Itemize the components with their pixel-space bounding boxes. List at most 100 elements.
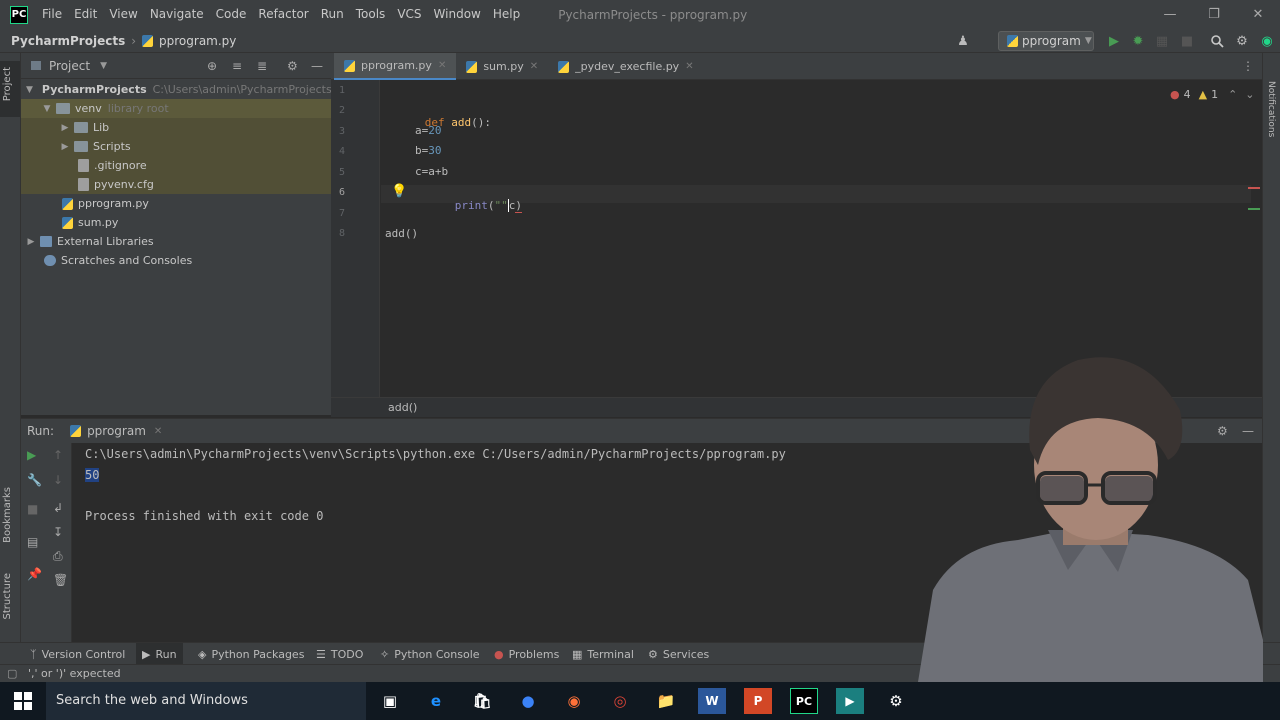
collapsed-arrow-icon: ▶ [27, 236, 35, 247]
error-icon: ● [494, 647, 504, 661]
collapse-all-icon[interactable]: ≣ [257, 59, 267, 73]
tree-item-pprogram[interactable]: pprogram.py [21, 194, 331, 213]
inspection-widget[interactable]: ● 4 ▲ 1 ⌃ ⌄ [1170, 88, 1255, 101]
tool-python-console[interactable]: ✧ Python Console [380, 643, 480, 665]
pin-icon[interactable]: 📌 [27, 567, 42, 581]
next-highlight-icon[interactable]: ⌄ [1245, 88, 1254, 101]
more-tabs-icon[interactable]: ⋮ [1242, 59, 1254, 73]
tab-sum[interactable]: sum.py ✕ [456, 53, 548, 80]
settings-app-icon[interactable]: ⚙ [882, 688, 910, 714]
change-stripe-mark[interactable] [1248, 208, 1260, 210]
menu-code[interactable]: Code [210, 0, 253, 29]
run-icon[interactable]: ▶ [1105, 32, 1123, 50]
restore-icon[interactable]: ❐ [1192, 0, 1236, 29]
menu-vcs[interactable]: VCS [391, 0, 427, 29]
plugin-logo-icon[interactable]: ◉ [1258, 32, 1276, 50]
run-icon: ▶ [142, 647, 151, 661]
task-view-icon[interactable]: ▣ [376, 688, 404, 714]
print-icon[interactable]: ⎙ [53, 549, 63, 564]
windows-start-button[interactable] [0, 682, 46, 720]
chevron-down-icon[interactable]: ▼ [100, 61, 107, 71]
tree-item-lib[interactable]: ▶ Lib [21, 118, 331, 137]
breadcrumb-file[interactable]: pprogram.py [159, 34, 236, 48]
rerun-icon[interactable]: ▶ [27, 448, 36, 462]
settings-icon[interactable]: ⚙ [1233, 32, 1251, 50]
taskbar-search[interactable]: Search the web and Windows [46, 682, 366, 720]
tree-item-pyvenv[interactable]: pyvenv.cfg [21, 175, 331, 194]
expand-all-icon[interactable]: ≡ [232, 59, 242, 73]
close-tab-icon[interactable]: ✕ [685, 61, 693, 72]
menu-view[interactable]: View [103, 0, 143, 29]
collapsed-arrow-icon: ▶ [61, 122, 69, 133]
gear-icon[interactable]: ⚙ [287, 59, 298, 73]
powerpoint-icon[interactable]: P [744, 688, 772, 714]
close-tab-icon[interactable]: ✕ [154, 426, 162, 437]
tree-item-gitignore[interactable]: .gitignore [21, 156, 331, 175]
tree-item-venv[interactable]: ▼ venv library root [21, 99, 331, 118]
project-tool-tab[interactable]: Project [0, 61, 20, 117]
scroll-to-end-icon[interactable]: ↧ [53, 525, 63, 539]
tool-services[interactable]: ⚙ Services [648, 643, 709, 665]
function-name: add [451, 116, 472, 129]
error-stripe-mark[interactable] [1248, 187, 1260, 189]
browser-icon[interactable]: ● [514, 688, 542, 714]
stop-icon: ■ [1180, 33, 1194, 49]
file-explorer-icon[interactable]: 📁 [652, 688, 680, 714]
minimize-icon[interactable]: — [1148, 0, 1192, 29]
tree-item-label: venv [75, 102, 102, 115]
wrench-icon[interactable]: 🔧 [27, 473, 42, 487]
tree-item-scratches[interactable]: Scratches and Consoles [21, 251, 331, 270]
close-icon[interactable]: ✕ [1236, 0, 1280, 29]
trash-icon[interactable]: 🗑 [53, 573, 68, 587]
tab-label: sum.py [483, 60, 524, 73]
layout-icon[interactable]: ▤ [27, 535, 38, 549]
menu-tools[interactable]: Tools [350, 0, 392, 29]
menu-run[interactable]: Run [315, 0, 350, 29]
menu-navigate[interactable]: Navigate [144, 0, 210, 29]
chrome-icon[interactable]: ◎ [606, 688, 634, 714]
menu-edit[interactable]: Edit [68, 0, 103, 29]
word-icon[interactable]: W [698, 688, 726, 714]
bookmarks-tool-tab[interactable]: Bookmarks [2, 487, 13, 543]
edge-icon[interactable]: e [422, 688, 450, 714]
notifications-tool-tab[interactable]: Notifications [1266, 81, 1276, 137]
tab-label: _pydev_execfile.py [575, 60, 680, 73]
pycharm-taskbar-icon[interactable]: PC [790, 688, 818, 714]
project-panel-title[interactable]: Project [49, 59, 90, 73]
tool-python-packages[interactable]: ◈ Python Packages [198, 643, 304, 665]
tree-item-sum[interactable]: sum.py [21, 213, 331, 232]
structure-tool-tab[interactable]: Structure [2, 573, 13, 620]
tool-label: TODO [330, 647, 364, 661]
close-tab-icon[interactable]: ✕ [530, 61, 538, 72]
lightbulb-icon[interactable]: 💡 [391, 184, 407, 199]
tool-problems[interactable]: ● Problems [494, 643, 559, 665]
tree-item-scripts[interactable]: ▶ Scripts [21, 137, 331, 156]
run-config-select[interactable]: pprogram ▼ [998, 31, 1094, 51]
search-icon[interactable] [1208, 32, 1226, 50]
tool-version-control[interactable]: ᛉ Version Control [30, 643, 125, 665]
media-app-icon[interactable]: ▶ [836, 688, 864, 714]
breadcrumb-project[interactable]: PycharmProjects [11, 34, 125, 48]
tool-terminal[interactable]: ▦ Terminal [572, 643, 634, 665]
user-icon[interactable]: ♟ [954, 32, 972, 50]
tab-pprogram[interactable]: pprogram.py ✕ [334, 53, 457, 80]
tree-item-external-libraries[interactable]: ▶ External Libraries [21, 232, 331, 251]
soft-wrap-icon[interactable]: ↲ [53, 501, 63, 515]
tree-item-root[interactable]: ▼ PycharmProjects C:\Users\admin\Pycharm… [21, 80, 332, 99]
tab-pydev-execfile[interactable]: _pydev_execfile.py ✕ [548, 53, 703, 80]
menu-file[interactable]: File [36, 0, 68, 29]
tool-run[interactable]: ▶ Run [136, 643, 183, 665]
debug-icon[interactable]: ✹ [1129, 32, 1147, 50]
previous-highlight-icon[interactable]: ⌃ [1228, 88, 1237, 101]
menu-window[interactable]: Window [428, 0, 487, 29]
store-icon[interactable]: 🛍 [468, 688, 496, 714]
hide-panel-icon[interactable]: — [311, 59, 323, 73]
firefox-icon[interactable]: ◉ [560, 688, 588, 714]
layout-toggle-icon[interactable]: ▢ [7, 665, 17, 683]
menu-help[interactable]: Help [487, 0, 526, 29]
run-tab-label[interactable]: pprogram [87, 424, 146, 438]
tool-todo[interactable]: ☰ TODO [316, 643, 363, 665]
close-tab-icon[interactable]: ✕ [438, 60, 446, 71]
locate-icon[interactable]: ⊕ [207, 59, 217, 73]
menu-refactor[interactable]: Refactor [252, 0, 314, 29]
